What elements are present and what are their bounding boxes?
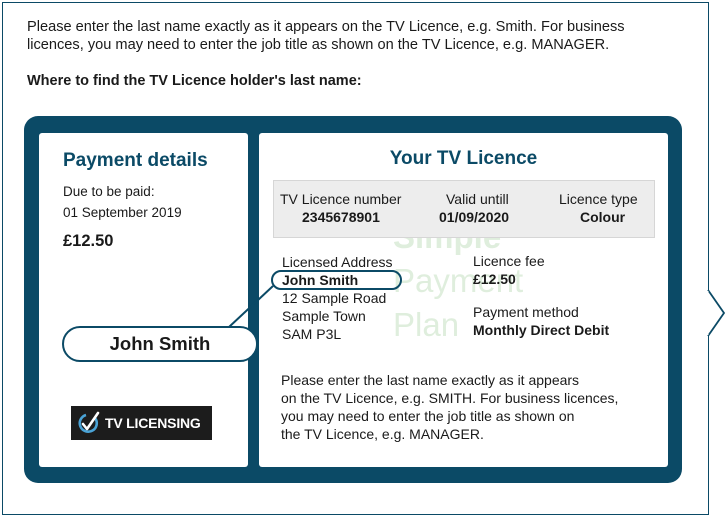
licensed-address-name: John Smith xyxy=(282,272,359,288)
valid-until-value: 01/09/2020 xyxy=(439,209,510,225)
licence-type-label: Licence type xyxy=(559,191,638,207)
callout-name-pill: John Smith xyxy=(62,326,258,362)
intro-line-1: Please enter the last name exactly as it… xyxy=(27,19,625,35)
intro-line-2: licences, you may need to enter the job … xyxy=(27,37,610,53)
licence-type-value: Colour xyxy=(580,209,626,225)
tv-licensing-logo-text: TV LICENSING xyxy=(105,415,201,431)
licence-fee-value: £12.50 xyxy=(473,271,516,287)
licence-note-line-4: the TV Licence, e.g. MANAGER. xyxy=(281,426,484,442)
payment-amount: £12.50 xyxy=(63,232,114,250)
payment-details-title: Payment details xyxy=(63,150,208,171)
tv-licensing-check-icon xyxy=(78,411,100,433)
intro-text: Please enter the last name exactly as it… xyxy=(27,18,677,54)
due-date: 01 September 2019 xyxy=(63,205,182,220)
address-line-1: 12 Sample Road xyxy=(282,290,387,306)
licence-fee-label: Licence fee xyxy=(473,253,545,269)
licence-note-line-2: on the TV Licence, e.g. SMITH. For busin… xyxy=(281,390,619,406)
licence-title: Your TV Licence xyxy=(389,148,538,169)
tooltip-pointer xyxy=(700,289,726,337)
licence-note-line-3: you may need to enter the job title as s… xyxy=(281,408,575,424)
licence-number-value: 2345678901 xyxy=(302,209,380,225)
callout-name-text: John Smith xyxy=(109,333,211,354)
tv-licensing-logo: TV LICENSING xyxy=(71,406,212,440)
payment-method-value: Monthly Direct Debit xyxy=(473,322,610,338)
watermark-word-3: Plan xyxy=(393,306,460,343)
payment-method-label: Payment method xyxy=(473,304,579,320)
licence-number-label: TV Licence number xyxy=(280,191,402,207)
due-label: Due to be paid: xyxy=(63,184,155,199)
licence-note: Please enter the last name exactly as it… xyxy=(281,371,661,443)
licensed-address-label: Licensed Address xyxy=(282,254,393,270)
address-line-2: Sample Town xyxy=(282,308,366,324)
where-to-find-heading: Where to find the TV Licence holder's la… xyxy=(27,73,362,89)
address-line-3: SAM P3L xyxy=(282,326,342,342)
valid-until-label: Valid untill xyxy=(446,191,509,207)
licence-note-line-1: Please enter the last name exactly as it… xyxy=(281,372,580,388)
